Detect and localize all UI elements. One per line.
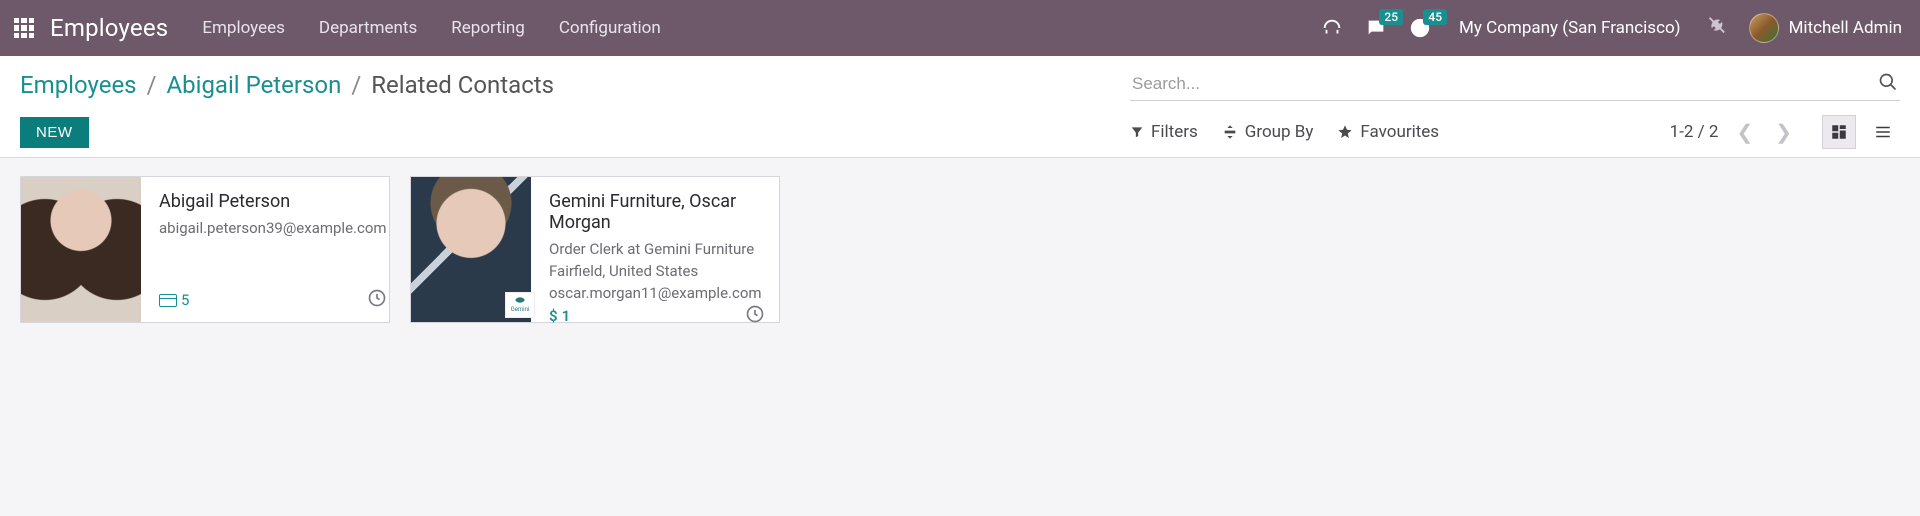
contact-job: Order Clerk at Gemini Furniture	[549, 239, 765, 261]
messages-badge: 25	[1379, 9, 1403, 25]
credit-card-icon	[159, 294, 177, 307]
crumb-employees[interactable]: Employees	[20, 71, 137, 99]
activities-icon[interactable]: 45	[1409, 17, 1431, 39]
nav-departments[interactable]: Departments	[319, 18, 417, 38]
systray: 25 45	[1321, 17, 1431, 39]
app-title: Employees	[50, 14, 168, 42]
nav-configuration[interactable]: Configuration	[559, 18, 661, 38]
kanban-container: Abigail Peterson abigail.peterson39@exam…	[0, 158, 1920, 341]
groupby-label: Group By	[1245, 122, 1314, 142]
crumb-sep-icon: /	[351, 71, 361, 99]
payment-methods-count: 5	[181, 291, 189, 309]
control-panel: Employees / Abigail Peterson / Related C…	[0, 56, 1920, 158]
messages-icon[interactable]: 25	[1365, 17, 1387, 39]
search-bar[interactable]	[1130, 68, 1900, 101]
crumb-sep-icon: /	[147, 71, 157, 99]
search-input[interactable]	[1132, 74, 1878, 94]
contact-photo	[21, 177, 141, 322]
voip-icon[interactable]	[1321, 17, 1343, 39]
groupby-dropdown[interactable]: Group By	[1222, 122, 1314, 142]
contact-name: Abigail Peterson	[159, 191, 387, 212]
list-view-button[interactable]	[1866, 115, 1900, 149]
search-options: Filters Group By Favourites 1-2 / 2 ❮ ❯	[1130, 115, 1900, 149]
top-nav: Employees Employees Departments Reportin…	[0, 0, 1920, 56]
contact-card[interactable]: Gemini Gemini Furniture, Oscar Morgan Or…	[410, 176, 780, 323]
new-button[interactable]: NEW	[20, 117, 89, 148]
contact-email: abigail.peterson39@example.com	[159, 218, 387, 240]
contact-location: Fairfield, United States	[549, 261, 765, 283]
kanban-view-button[interactable]	[1822, 115, 1856, 149]
crumb-parent[interactable]: Abigail Peterson	[166, 71, 341, 99]
pager-next-icon[interactable]: ❯	[1771, 120, 1796, 144]
view-switcher	[1822, 115, 1900, 149]
pager-counter[interactable]: 1-2 / 2	[1670, 122, 1719, 142]
opportunities-badge[interactable]: $ 1	[549, 307, 570, 325]
company-logo-icon: Gemini	[505, 292, 535, 318]
company-switcher[interactable]: My Company (San Francisco)	[1459, 18, 1681, 38]
user-avatar-icon	[1749, 13, 1779, 43]
dollar-icon: $	[549, 307, 558, 325]
breadcrumb: Employees / Abigail Peterson / Related C…	[20, 71, 554, 99]
favourites-dropdown[interactable]: Favourites	[1337, 122, 1439, 142]
nav-menu: Employees Departments Reporting Configur…	[202, 18, 660, 38]
search-icon[interactable]	[1878, 72, 1898, 96]
debug-tools-icon[interactable]	[1705, 15, 1727, 41]
filters-dropdown[interactable]: Filters	[1130, 122, 1198, 142]
user-menu[interactable]: Mitchell Admin	[1749, 13, 1902, 43]
user-name: Mitchell Admin	[1789, 18, 1902, 38]
contact-card[interactable]: Abigail Peterson abigail.peterson39@exam…	[20, 176, 390, 323]
apps-launcher-icon[interactable]	[14, 18, 34, 38]
contact-name: Gemini Furniture, Oscar Morgan	[549, 191, 765, 233]
crumb-current: Related Contacts	[371, 71, 554, 99]
opportunities-count: 1	[562, 307, 571, 325]
activity-clock-icon[interactable]	[367, 288, 387, 312]
contact-email: oscar.morgan11@example.com	[549, 283, 765, 305]
filters-label: Filters	[1151, 122, 1198, 142]
pager: 1-2 / 2 ❮ ❯	[1670, 115, 1900, 149]
pager-prev-icon[interactable]: ❮	[1732, 120, 1757, 144]
nav-reporting[interactable]: Reporting	[451, 18, 525, 38]
payment-methods-badge[interactable]: 5	[159, 291, 189, 309]
activity-clock-icon[interactable]	[745, 304, 765, 328]
activities-badge: 45	[1423, 9, 1447, 25]
nav-employees[interactable]: Employees	[202, 18, 285, 38]
favourites-label: Favourites	[1360, 122, 1439, 142]
